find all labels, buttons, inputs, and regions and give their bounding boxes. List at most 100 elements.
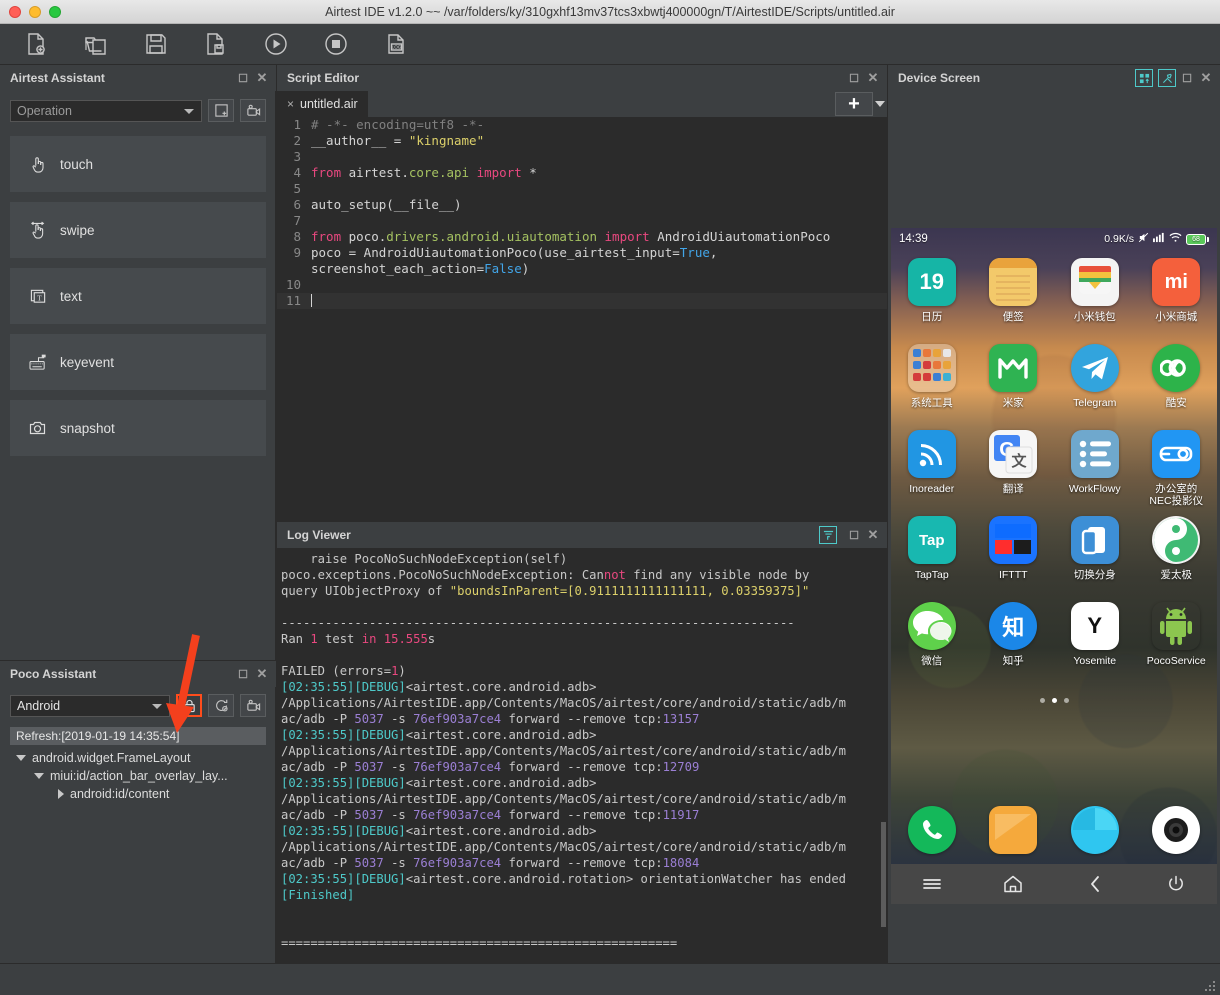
float-panel-icon[interactable]: ☐ bbox=[1179, 70, 1195, 86]
operation-item-touch[interactable]: touch bbox=[10, 136, 266, 192]
home-app-icon[interactable]: Y Yosemite bbox=[1054, 596, 1136, 682]
home-app-icon[interactable]: Tap TapTap bbox=[891, 510, 973, 596]
svg-text:文: 文 bbox=[1012, 452, 1028, 470]
app-label: 知乎 bbox=[1002, 655, 1024, 667]
home-app-icon[interactable]: IFTTT bbox=[973, 510, 1055, 596]
nav-home-button[interactable] bbox=[973, 874, 1055, 894]
operation-item-swipe[interactable]: swipe bbox=[10, 202, 266, 258]
device-tools-button[interactable] bbox=[1158, 69, 1176, 87]
operation-item-snapshot[interactable]: snapshot bbox=[10, 400, 266, 456]
record-poco-button[interactable] bbox=[240, 694, 266, 717]
tree-node-android-content[interactable]: android:id/content bbox=[10, 785, 266, 803]
home-app-icon[interactable]: 酷安 bbox=[1136, 338, 1218, 424]
battery-icon: 68 bbox=[1186, 233, 1209, 245]
home-app-icon[interactable]: 便签 bbox=[973, 252, 1055, 338]
home-app-icon[interactable]: 微信 bbox=[891, 596, 973, 682]
window-controls[interactable] bbox=[9, 5, 61, 18]
operation-item-label: swipe bbox=[60, 222, 95, 238]
poco-mode-select[interactable]: Android bbox=[10, 694, 170, 717]
screenshot-tool-button[interactable] bbox=[208, 99, 234, 122]
operation-mode-select[interactable]: Operation bbox=[10, 99, 202, 122]
dock-app-icon[interactable] bbox=[973, 800, 1055, 856]
record-tool-button[interactable] bbox=[240, 99, 266, 122]
lock-ui-tree-button[interactable] bbox=[176, 694, 202, 717]
float-panel-icon[interactable]: ☐ bbox=[846, 70, 862, 86]
home-row: Inoreader G文翻译 WorkFlowy 办公室的NEC投影仪 bbox=[891, 424, 1217, 510]
close-panel-icon[interactable]: ✕ bbox=[865, 70, 881, 86]
home-app-icon[interactable]: 知知乎 bbox=[973, 596, 1055, 682]
close-window-button[interactable] bbox=[9, 5, 21, 18]
nav-power-button[interactable] bbox=[1136, 874, 1218, 894]
code-editor[interactable]: 1 # -*- encoding=utf8 -*- 2 __author__ = "k… bbox=[277, 117, 887, 520]
log-output[interactable]: raise PocoNoSuchNodeException(self) poco.… bbox=[277, 548, 887, 963]
chevron-right-icon[interactable] bbox=[58, 789, 64, 799]
browser-icon bbox=[1070, 806, 1119, 854]
code-line: screenshot_each_action=False) bbox=[277, 261, 887, 277]
close-panel-icon[interactable]: ✕ bbox=[254, 666, 270, 682]
nav-menu-button[interactable] bbox=[891, 876, 973, 892]
chevron-down-icon[interactable] bbox=[16, 755, 26, 761]
maximize-window-button[interactable] bbox=[49, 5, 61, 18]
home-app-icon[interactable]: WorkFlowy bbox=[1054, 424, 1136, 510]
tree-node-framelayout[interactable]: android.widget.FrameLayout bbox=[10, 749, 266, 767]
device-mirror[interactable]: 14:39 0.9K/s 68 19 日历 便签 小米钱包 mi 小米商城 系统… bbox=[891, 228, 1217, 904]
dock-app-icon[interactable] bbox=[1054, 800, 1136, 856]
dock-app-icon[interactable] bbox=[891, 800, 973, 856]
close-panel-icon[interactable]: ✕ bbox=[1198, 70, 1214, 86]
filter-button[interactable] bbox=[819, 526, 837, 544]
home-app-icon[interactable]: 小米钱包 bbox=[1054, 252, 1136, 338]
close-tab-icon[interactable]: × bbox=[287, 97, 294, 111]
home-app-icon[interactable]: PocoService bbox=[1136, 596, 1218, 682]
editor-tab-untitled[interactable]: × untitled.air bbox=[277, 91, 368, 117]
home-app-icon[interactable]: 切换分身 bbox=[1054, 510, 1136, 596]
device-layout-button[interactable] bbox=[1135, 69, 1153, 87]
resize-grip[interactable] bbox=[1203, 979, 1215, 991]
line-number: 4 bbox=[293, 165, 301, 180]
wechat-icon bbox=[907, 602, 956, 650]
refresh-ui-tree-button[interactable] bbox=[208, 694, 234, 717]
code-line: 1 # -*- encoding=utf8 -*- bbox=[277, 117, 887, 133]
home-app-icon[interactable]: 爱太极 bbox=[1136, 510, 1218, 596]
ui-tree-refresh-label[interactable]: Refresh:[2019-01-19 14:35:54] bbox=[10, 727, 266, 745]
home-app-icon[interactable]: G文翻译 bbox=[973, 424, 1055, 510]
log-line: poco.exceptions.PocoNoSuchNodeException:… bbox=[281, 568, 810, 582]
float-panel-icon[interactable]: ☐ bbox=[235, 70, 251, 86]
chevron-down-icon bbox=[184, 108, 194, 114]
save-as-button[interactable] bbox=[198, 29, 234, 59]
code-line: 5 bbox=[277, 181, 887, 197]
save-script-button[interactable] bbox=[138, 29, 174, 59]
home-app-icon[interactable]: Telegram bbox=[1054, 338, 1136, 424]
tree-node-action-bar-overlay[interactable]: miui:id/action_bar_overlay_lay... bbox=[10, 767, 266, 785]
log-line: /Applications/AirtestIDE.app/Contents/Ma… bbox=[281, 840, 846, 854]
home-app-icon[interactable]: 19 日历 bbox=[891, 252, 973, 338]
tab-list-dropdown-button[interactable] bbox=[873, 92, 887, 116]
operation-item-text[interactable]: T text bbox=[10, 268, 266, 324]
chevron-down-icon[interactable] bbox=[34, 773, 44, 779]
home-app-icon[interactable]: 米家 bbox=[973, 338, 1055, 424]
home-app-icon[interactable]: mi 小米商城 bbox=[1136, 252, 1218, 338]
log-scrollbar[interactable] bbox=[881, 822, 886, 927]
stop-button[interactable] bbox=[318, 29, 354, 59]
page-indicator bbox=[891, 698, 1217, 703]
minimize-window-button[interactable] bbox=[29, 5, 41, 18]
android-robot-icon bbox=[1152, 602, 1200, 650]
dock-app-icon[interactable] bbox=[1136, 800, 1218, 856]
nav-back-button[interactable] bbox=[1054, 874, 1136, 894]
script-editor-header: Script Editor ☐ ✕ bbox=[277, 65, 887, 91]
float-panel-icon[interactable]: ☐ bbox=[235, 666, 251, 682]
close-panel-icon[interactable]: ✕ bbox=[865, 527, 881, 543]
open-script-button[interactable] bbox=[78, 29, 114, 59]
home-app-icon[interactable]: 系统工具 bbox=[891, 338, 973, 424]
run-button[interactable] bbox=[258, 29, 294, 59]
new-script-button[interactable] bbox=[18, 29, 54, 59]
close-panel-icon[interactable]: ✕ bbox=[254, 70, 270, 86]
tree-node-label: miui:id/action_bar_overlay_lay... bbox=[50, 769, 228, 783]
home-app-icon[interactable]: Inoreader bbox=[891, 424, 973, 510]
float-panel-icon[interactable]: ☐ bbox=[846, 527, 862, 543]
phone-icon bbox=[907, 806, 956, 854]
svg-text:LOG: LOG bbox=[392, 45, 402, 50]
view-log-button[interactable]: LOG bbox=[378, 29, 414, 59]
add-tab-button[interactable]: + bbox=[835, 92, 873, 116]
operation-item-keyevent[interactable]: keyevent bbox=[10, 334, 266, 390]
home-app-icon[interactable]: 办公室的 NEC投影仪 bbox=[1136, 424, 1218, 510]
